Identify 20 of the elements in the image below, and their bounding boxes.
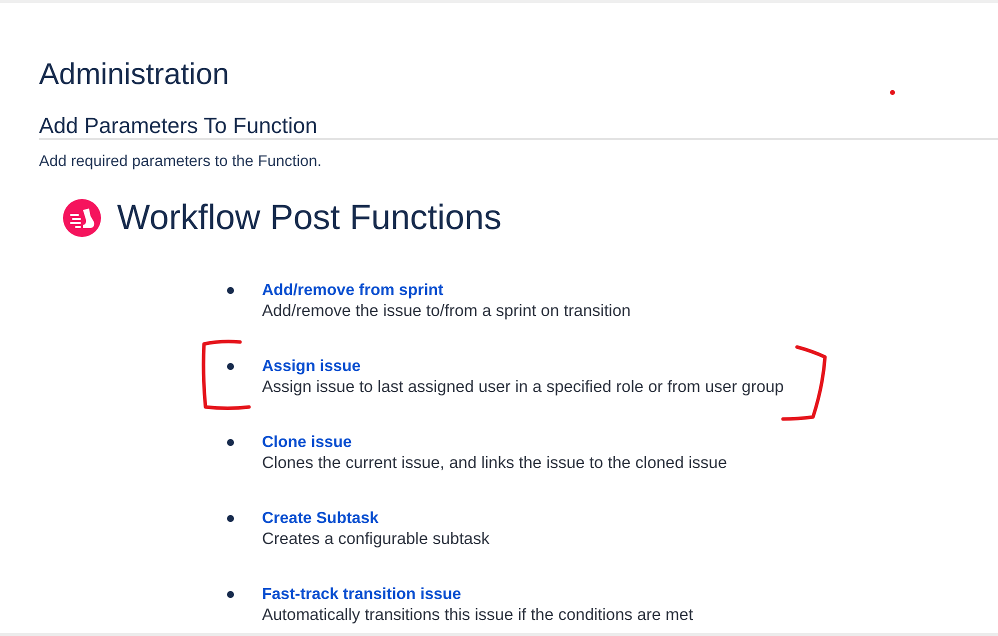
- function-description: Clones the current issue, and links the issue to the cloned issue: [262, 453, 728, 474]
- function-link[interactable]: Assign issue: [262, 356, 361, 377]
- function-link[interactable]: Add/remove from sprint: [262, 280, 444, 301]
- function-link[interactable]: Create Subtask: [262, 508, 378, 529]
- bullet-icon: [227, 591, 234, 598]
- function-description: Automatically transitions this issue if the conditions are met: [262, 605, 694, 626]
- sneaker-icon: [63, 199, 101, 237]
- function-description: Creates a configurable subtask: [262, 529, 490, 550]
- function-link[interactable]: Clone issue: [262, 432, 352, 453]
- app-title: Workflow Post Functions: [117, 197, 502, 239]
- bullet-icon: [227, 515, 234, 522]
- function-description: Add/remove the issue to/from a sprint on transition: [262, 301, 631, 322]
- section-title: Add Parameters To Function: [39, 114, 998, 140]
- bullet-icon: [227, 363, 234, 370]
- function-link[interactable]: Fast-track transition issue: [262, 584, 462, 605]
- bullet-icon: [227, 439, 234, 446]
- function-description: Assign issue to last assigned user in a specified role or from user group: [262, 377, 784, 398]
- bullet-icon: [227, 287, 234, 294]
- section-description: Add required parameters to the Function.: [39, 152, 322, 172]
- page-title: Administration: [39, 57, 230, 93]
